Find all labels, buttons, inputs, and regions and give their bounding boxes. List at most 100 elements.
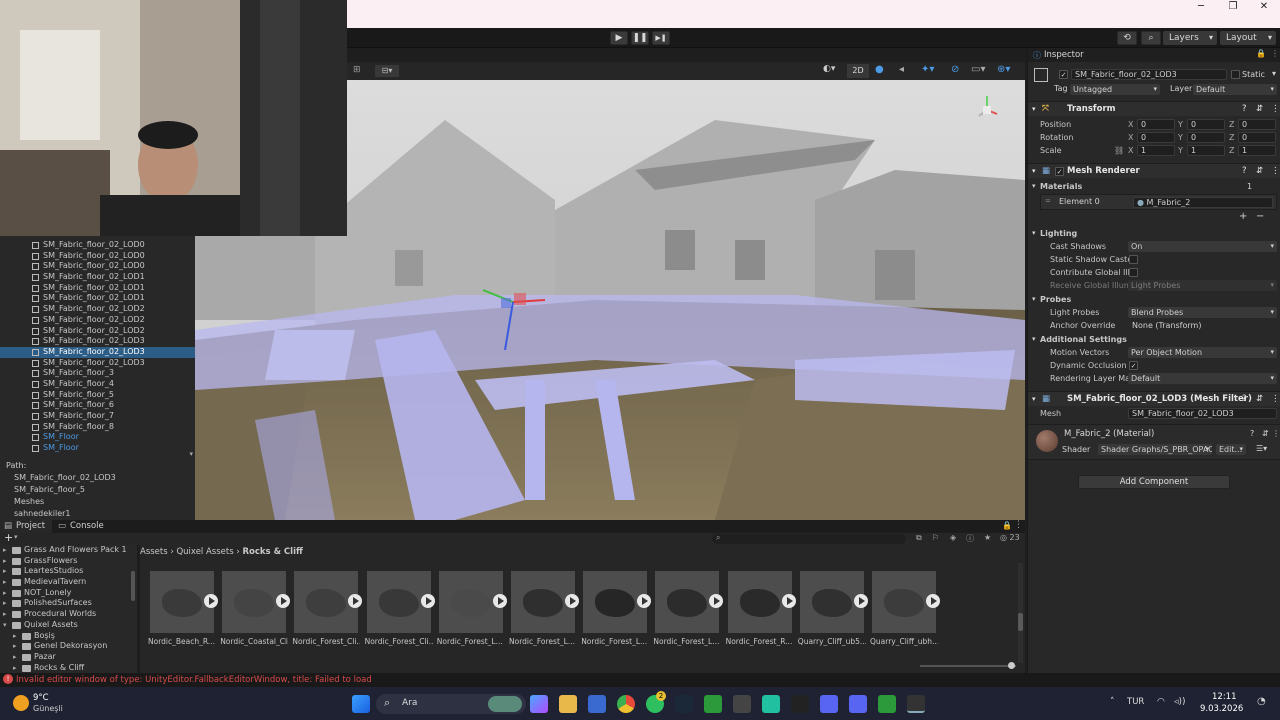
expand-arrow-icon[interactable]: ▸	[3, 545, 7, 556]
volume-icon[interactable]: ◃))	[1174, 697, 1186, 707]
asset-item[interactable]: Nordic_Forest_L...	[503, 571, 579, 661]
preset-icon[interactable]: ⇵	[1256, 392, 1263, 407]
add-element-button[interactable]: +	[1239, 211, 1247, 222]
component-menu-icon[interactable]: ⋮	[1271, 164, 1280, 179]
expand-arrow-icon[interactable]: ▸	[3, 609, 7, 620]
dynamic-occlusion-checkbox[interactable]: ✓	[1129, 361, 1138, 370]
expand-arrow-icon[interactable]: ▸	[13, 641, 17, 652]
expand-arrow-icon[interactable]: ▸	[3, 598, 7, 609]
folder-scrollbar[interactable]	[131, 571, 135, 601]
lighting-row[interactable]: ▾ Lighting	[1028, 227, 1280, 240]
rendering-layer-dropdown[interactable]: Default	[1128, 373, 1277, 384]
remove-element-button[interactable]: −	[1256, 211, 1264, 222]
path-item[interactable]: Meshes	[0, 496, 195, 508]
probes-row[interactable]: ▾ Probes	[1028, 293, 1280, 306]
maximize-button[interactable]: ❐	[1217, 0, 1249, 14]
asset-item[interactable]: Nordic_Forest_R...	[720, 571, 796, 661]
help-icon[interactable]: ?	[1242, 392, 1247, 407]
app-icon[interactable]	[762, 695, 780, 713]
folder-item[interactable]: ▸ Pazar	[0, 652, 137, 663]
asset-item[interactable]: Quarry_Cliff_ub5...	[792, 571, 868, 661]
whatsapp-icon[interactable]: 2	[646, 691, 666, 713]
expand-arrow-icon[interactable]: ▸	[13, 631, 17, 642]
transform-z-field[interactable]: 1	[1238, 145, 1276, 156]
asset-item[interactable]: Nordic_Forest_Cli...	[359, 571, 435, 661]
camera-icon[interactable]: ▭▾	[971, 64, 991, 78]
clock-time[interactable]: 12:11	[1212, 692, 1237, 702]
xbox-icon[interactable]	[704, 695, 722, 713]
add-component-button[interactable]: Add Component	[1078, 475, 1230, 489]
hierarchy-item[interactable]: SM_Fabric_floor_02_LOD0	[0, 251, 195, 262]
play-button[interactable]: ▶	[610, 31, 628, 45]
folder-item[interactable]: ▸ Procedural Worlds	[0, 609, 137, 620]
folder-item[interactable]: ▾ Quixel Assets	[0, 620, 137, 631]
folder-item[interactable]: ▸ PolishedSurfaces	[0, 598, 137, 609]
2d-toggle[interactable]: 2D	[847, 64, 869, 78]
hierarchy-item[interactable]: SM_Fabric_floor_02_LOD0	[0, 261, 195, 272]
constrain-proportions-icon[interactable]: ⛓	[1114, 144, 1124, 157]
expand-arrow-icon[interactable]: ▸	[3, 577, 7, 588]
additional-settings-row[interactable]: ▾ Additional Settings	[1028, 333, 1280, 346]
clock-date[interactable]: 9.03.2026	[1200, 704, 1243, 714]
chrome-icon[interactable]	[617, 695, 635, 713]
breadcrumb-quixel[interactable]: Quixel Assets	[176, 547, 233, 557]
edit-shader-button[interactable]: Edit...	[1216, 444, 1246, 455]
light-icon[interactable]: ●	[875, 64, 889, 78]
scroll-down-icon[interactable]: ▾	[189, 450, 193, 458]
asset-item[interactable]: Nordic_Forest_L...	[575, 571, 652, 661]
grid-icon[interactable]: ⊞	[353, 65, 365, 77]
start-icon[interactable]	[352, 695, 370, 713]
add-asset-button[interactable]: +	[4, 531, 13, 544]
history-icon[interactable]: ⟲	[1117, 31, 1137, 45]
component-menu-icon[interactable]: ⋮	[1272, 429, 1280, 438]
audio-icon[interactable]: ◂	[899, 64, 913, 78]
materials-row[interactable]: ▾ Materials 1	[1028, 180, 1280, 193]
menu-icon[interactable]: ⋮	[1271, 49, 1279, 58]
unity-hub-icon[interactable]	[733, 695, 751, 713]
hierarchy-item[interactable]: SM_Floor	[0, 432, 195, 443]
expand-play-icon[interactable]	[926, 594, 940, 608]
component-menu-icon[interactable]: ⋮	[1271, 102, 1280, 117]
asset-item[interactable]: Nordic_Forest_L...	[431, 571, 507, 661]
hierarchy-item[interactable]: SM_Fabric_floor_02_LOD2	[0, 326, 195, 337]
hierarchy-item[interactable]: SM_Fabric_floor_02_LOD1	[0, 283, 195, 294]
transform-x-field[interactable]: 1	[1137, 145, 1175, 156]
notification-bell-icon[interactable]: ◔	[1257, 696, 1266, 707]
store-icon[interactable]	[588, 695, 606, 713]
pause-button[interactable]: ❚❚	[631, 31, 649, 45]
thumbnail-size-slider[interactable]	[920, 662, 1016, 669]
folder-item[interactable]: ▸ GrassFlowers	[0, 556, 137, 567]
folder-item[interactable]: ▸ Rocks & Cliff	[0, 663, 137, 673]
expand-arrow-icon[interactable]: ▸	[3, 556, 7, 567]
epic-games-icon[interactable]	[791, 695, 809, 713]
effects-icon[interactable]: ✦▾	[921, 64, 941, 78]
transform-x-field[interactable]: 0	[1137, 132, 1175, 143]
weather-temp[interactable]: 9°C	[33, 693, 49, 703]
breadcrumb-current[interactable]: Rocks & Cliff	[242, 547, 302, 557]
asset-item[interactable]: Quarry_Cliff_ubh...	[864, 571, 940, 661]
hierarchy-item[interactable]: SM_Fabric_floor_8	[0, 422, 195, 433]
hierarchy-item[interactable]: SM_Fabric_floor_02_LOD1	[0, 293, 195, 304]
folder-item[interactable]: ▸ Grass And Flowers Pack 1	[0, 545, 137, 556]
expand-arrow-icon[interactable]: ▸	[13, 663, 17, 673]
hierarchy-item[interactable]: SM_Fabric_floor_02_LOD2	[0, 315, 195, 326]
tag-icon[interactable]: ◈	[950, 533, 956, 542]
help-icon[interactable]: ?	[1242, 164, 1247, 179]
path-item[interactable]: sahnedekiler1	[0, 508, 195, 520]
help-icon[interactable]: ?	[1242, 102, 1247, 117]
shading-icon[interactable]: ◐▾	[823, 64, 845, 78]
static-dropdown-icon[interactable]: ▾	[1272, 69, 1276, 78]
element-field[interactable]: ● M_Fabric_2	[1133, 197, 1273, 208]
info-circle-icon[interactable]: ⓘ	[966, 533, 974, 544]
lock-icon[interactable]: 🔒	[1256, 49, 1266, 58]
filter-label-icon[interactable]: ⚐	[932, 533, 939, 542]
component-menu-icon[interactable]: ⋮	[1271, 392, 1280, 407]
folder-item[interactable]: ▸ LeartesStudios	[0, 566, 137, 577]
tag-dropdown[interactable]: Untagged	[1070, 84, 1160, 95]
gizmos-icon[interactable]: ⊕▾	[997, 64, 1021, 78]
search-icon[interactable]: ⌕	[1141, 31, 1161, 45]
file-explorer-icon[interactable]	[559, 695, 577, 713]
object-name-field[interactable]: SM_Fabric_floor_02_LOD3	[1071, 69, 1227, 80]
folder-item[interactable]: ▸ Genel Dekorasyon	[0, 641, 137, 652]
tab-console[interactable]: ▭ Console	[54, 520, 114, 533]
